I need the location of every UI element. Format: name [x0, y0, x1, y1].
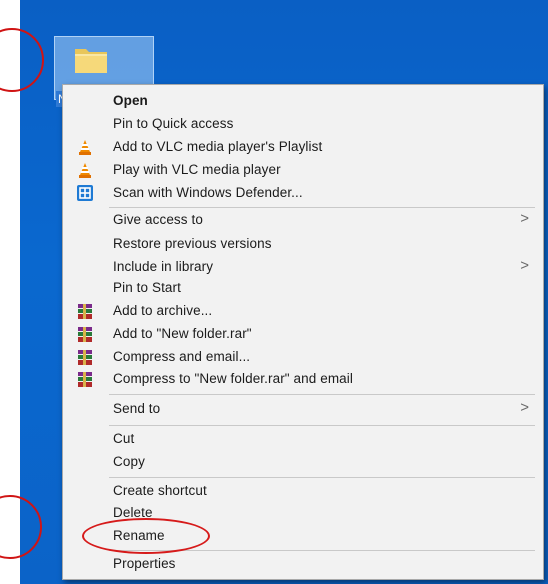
annotation-circle-top [0, 28, 44, 92]
menu-item-label: Add to archive... [113, 303, 213, 318]
menu-item-label: Properties [113, 556, 176, 571]
menu-item-add-to-archive[interactable]: Add to archive... [63, 300, 543, 322]
menu-item-label: Pin to Start [113, 280, 181, 295]
menu-item-pin-to-start[interactable]: Pin to Start [63, 277, 543, 299]
menu-item-label: Compress and email... [113, 349, 251, 364]
menu-item-label: Add to "New folder.rar" [113, 326, 252, 341]
winrar-books-icon [77, 303, 93, 319]
menu-item-label: Copy [113, 454, 145, 469]
menu-item-label: Give access to [113, 212, 203, 227]
submenu-arrow-icon: > [520, 399, 529, 416]
menu-item-give-access-to[interactable]: Give access to > [63, 209, 543, 231]
rename-highlight-circle [82, 518, 210, 554]
menu-item-copy[interactable]: Copy [63, 451, 543, 473]
menu-item-label: Add to VLC media player's Playlist [113, 139, 323, 154]
menu-separator [109, 394, 535, 395]
vlc-cone-icon [77, 139, 93, 155]
menu-item-add-to-new-folder-rar[interactable]: Add to "New folder.rar" [63, 323, 543, 345]
menu-separator [109, 425, 535, 426]
submenu-arrow-icon: > [520, 210, 529, 227]
menu-item-open[interactable]: Open [63, 90, 543, 112]
menu-item-label: Restore previous versions [113, 236, 272, 251]
menu-item-label: Include in library [113, 259, 214, 274]
menu-item-create-shortcut[interactable]: Create shortcut [63, 480, 543, 502]
menu-item-scan-with-windows-defender[interactable]: Scan with Windows Defender... [63, 182, 543, 204]
menu-item-cut[interactable]: Cut [63, 428, 543, 450]
menu-item-include-in-library[interactable]: Include in library > [63, 256, 543, 278]
context-menu: Open Pin to Quick access Add to VLC medi… [62, 84, 544, 580]
annotation-circle-bottom [0, 495, 42, 559]
menu-item-compress-to-rar-and-email[interactable]: Compress to "New folder.rar" and email [63, 368, 543, 390]
winrar-books-icon [77, 326, 93, 342]
menu-item-label: Cut [113, 431, 135, 446]
menu-item-properties[interactable]: Properties [63, 553, 543, 575]
menu-item-label: Create shortcut [113, 483, 207, 498]
menu-separator [109, 477, 535, 478]
vlc-cone-icon [77, 162, 93, 178]
menu-item-label: Send to [113, 401, 161, 416]
folder-icon [75, 49, 107, 73]
menu-item-label: Scan with Windows Defender... [113, 185, 303, 200]
menu-item-restore-previous-versions[interactable]: Restore previous versions [63, 233, 543, 255]
winrar-books-icon [77, 349, 93, 365]
menu-item-label: Play with VLC media player [113, 162, 281, 177]
menu-item-label: Open [113, 93, 148, 108]
submenu-arrow-icon: > [520, 257, 529, 274]
winrar-books-icon [77, 371, 93, 387]
windows-defender-icon [77, 185, 93, 201]
menu-item-pin-to-quick-access[interactable]: Pin to Quick access [63, 113, 543, 135]
menu-item-add-to-vlc-playlist[interactable]: Add to VLC media player's Playlist [63, 136, 543, 158]
menu-item-compress-and-email[interactable]: Compress and email... [63, 346, 543, 368]
menu-separator [109, 207, 535, 208]
menu-item-label: Pin to Quick access [113, 116, 234, 131]
menu-item-send-to[interactable]: Send to > [63, 398, 543, 420]
menu-item-play-with-vlc[interactable]: Play with VLC media player [63, 159, 543, 181]
menu-item-label: Compress to "New folder.rar" and email [113, 371, 353, 386]
